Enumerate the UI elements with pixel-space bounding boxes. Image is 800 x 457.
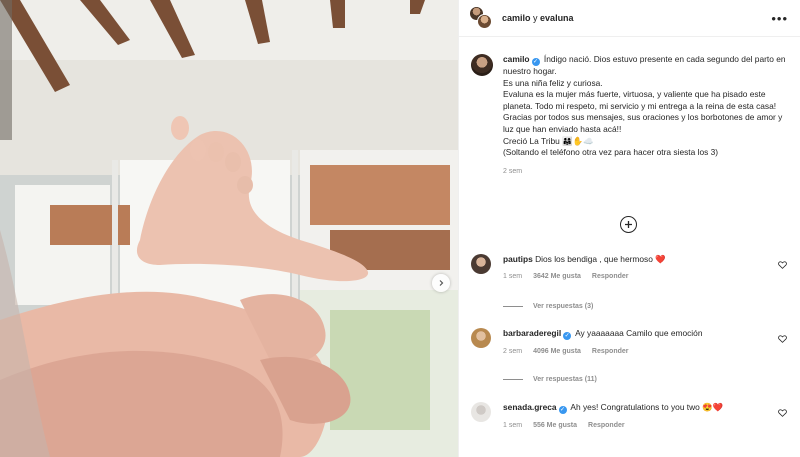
username-link[interactable]: camilo xyxy=(502,13,531,23)
baby-foot-photo xyxy=(0,0,458,457)
avatar[interactable] xyxy=(471,328,491,348)
heart-outline-icon[interactable] xyxy=(778,409,787,417)
avatar[interactable] xyxy=(471,254,491,274)
reply-button[interactable]: Responder xyxy=(592,273,629,280)
caption-line: Gracias por todos sus mensajes, sus orac… xyxy=(503,112,783,134)
collab-usernames: camilo y evaluna xyxy=(502,13,574,23)
avatar[interactable] xyxy=(471,402,491,422)
comment-username[interactable]: barbaraderegil xyxy=(503,328,561,338)
comment-time[interactable]: 2 sem xyxy=(503,348,522,355)
comment-username[interactable]: pautips xyxy=(503,254,533,264)
comment-username[interactable]: senada.greca xyxy=(503,402,557,412)
post-photo xyxy=(0,0,458,457)
caption-line: Creció La Tribu 👨‍👩‍👧✋☁️ xyxy=(503,135,594,146)
comment-time[interactable]: 1 sem xyxy=(503,273,522,280)
comment-likes[interactable]: 556 Me gusta xyxy=(533,422,577,429)
view-replies-button[interactable]: Ver respuestas (11) xyxy=(503,376,597,383)
heart-outline-icon[interactable] xyxy=(778,335,787,343)
caption-text: camilo ✓ Índigo nació. Dios estuvo presen… xyxy=(503,54,793,159)
comment-meta: 2 sem 4096 Me gusta Responder xyxy=(503,348,793,355)
post-header: camilo y evaluna ••• xyxy=(459,0,800,37)
avatar xyxy=(477,14,492,29)
reply-button[interactable]: Responder xyxy=(592,348,629,355)
caption-line: (Soltando el teléfono otra vez para hace… xyxy=(503,147,719,158)
post-caption: camilo ✓ Índigo nació. Dios estuvo presen… xyxy=(471,54,793,175)
more-options-button[interactable]: ••• xyxy=(771,12,788,25)
heart-outline-icon[interactable] xyxy=(778,261,787,269)
plus-circle-icon xyxy=(625,221,632,228)
verified-badge-icon: ✓ xyxy=(531,58,540,66)
comment-time[interactable]: 1 sem xyxy=(503,422,522,429)
caption-username[interactable]: camilo xyxy=(503,54,530,64)
caption-line: Índigo nació. Dios estuvo presente en ca… xyxy=(503,54,786,76)
replies-divider xyxy=(503,379,523,380)
view-replies-button[interactable]: Ver respuestas (3) xyxy=(503,303,593,310)
comment-likes[interactable]: 3642 Me gusta xyxy=(533,273,581,280)
carousel-next-button[interactable] xyxy=(432,274,450,292)
comment-text: barbaraderegil ✓ Ay yaaaaaaa Camilo que e… xyxy=(503,328,793,340)
conjunction-text: y xyxy=(533,13,538,23)
load-more-comments-button[interactable] xyxy=(620,216,637,233)
comment-body: Dios los bendiga , que hermoso ❤️ xyxy=(535,254,666,264)
comment: pautips Dios los bendiga , que hermoso ❤… xyxy=(471,254,793,280)
post-panel: camilo y evaluna ••• camilo ✓ Índigo naci… xyxy=(458,0,800,457)
reply-button[interactable]: Responder xyxy=(588,422,625,429)
comment-body: Ah yes! Congratulations to you two 😍❤️ xyxy=(570,402,724,412)
comment-likes[interactable]: 4096 Me gusta xyxy=(533,348,581,355)
caption-line: Evaluna es la mujer más fuerte, virtuosa… xyxy=(503,89,777,111)
verified-badge-icon: ✓ xyxy=(558,406,567,414)
collab-avatars[interactable] xyxy=(469,6,493,30)
comment-meta: 1 sem 3642 Me gusta Responder xyxy=(503,273,793,280)
view-replies-label: Ver respuestas (11) xyxy=(533,376,597,383)
comment-meta: 1 sem 556 Me gusta Responder xyxy=(503,422,793,429)
caption-timestamp[interactable]: 2 sem xyxy=(503,168,793,175)
comment: senada.greca ✓ Ah yes! Congratulations to… xyxy=(471,402,793,429)
view-replies-label: Ver respuestas (3) xyxy=(533,303,594,310)
username-link[interactable]: evaluna xyxy=(540,13,574,23)
verified-badge-icon: ✓ xyxy=(563,332,572,340)
comment-body: Ay yaaaaaaa Camilo que emoción xyxy=(575,328,703,338)
comment-text: pautips Dios los bendiga , que hermoso ❤… xyxy=(503,254,793,265)
comment: barbaraderegil ✓ Ay yaaaaaaa Camilo que e… xyxy=(471,328,793,355)
avatar[interactable] xyxy=(471,54,493,76)
chevron-right-icon xyxy=(439,280,444,286)
replies-divider xyxy=(503,306,523,307)
comment-text: senada.greca ✓ Ah yes! Congratulations to… xyxy=(503,402,793,414)
caption-line: Es una niña feliz y curiosa. xyxy=(503,77,603,88)
